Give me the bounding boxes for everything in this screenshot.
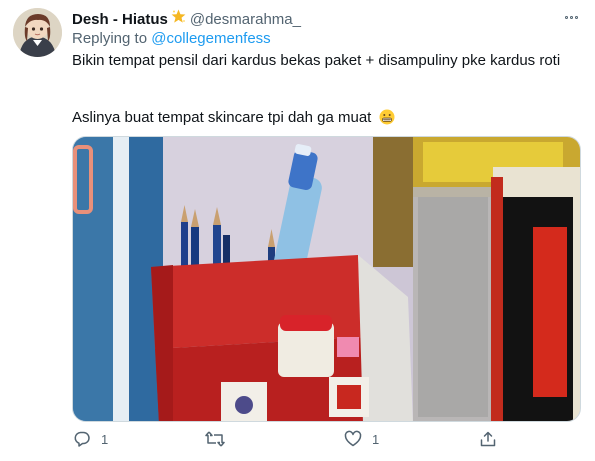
reply-count: 1 xyxy=(101,431,109,447)
heart-icon xyxy=(344,430,362,447)
more-options-icon[interactable] xyxy=(560,10,582,24)
avatar[interactable] xyxy=(13,8,62,57)
replying-to: Replying to @collegemenfess xyxy=(72,30,271,47)
user-handle[interactable]: @desmarahma_ xyxy=(190,11,301,28)
tweet-text-line-1: Bikin tempat pensil dari kardus bekas pa… xyxy=(72,52,561,69)
like-count: 1 xyxy=(372,431,380,447)
like-button[interactable]: 1 xyxy=(344,430,379,448)
replying-to-label: Replying to xyxy=(72,30,148,47)
pencil-box-photo xyxy=(73,137,580,421)
reply-icon xyxy=(74,431,90,447)
retweet-icon xyxy=(205,431,225,447)
retweet-button[interactable] xyxy=(205,430,235,448)
reply-button[interactable]: 1 xyxy=(73,430,108,448)
tweet-actions: 1 1 xyxy=(0,430,595,452)
replying-to-mention[interactable]: @collegemenfess xyxy=(151,30,270,47)
tweet-text-line-2: Aslinya buat tempat skincare tpi dah ga … xyxy=(72,109,395,126)
share-button[interactable] xyxy=(479,430,497,448)
share-icon xyxy=(480,431,496,447)
tweet-text-line-2-content: Aslinya buat tempat skincare tpi dah ga … xyxy=(72,109,372,126)
tweet-photo[interactable] xyxy=(72,136,581,422)
display-name[interactable]: Desh - Hiatus xyxy=(72,11,168,28)
grimacing-face-icon xyxy=(379,109,395,125)
tweet-header: Desh - Hiatus @desmarahma_ xyxy=(72,9,301,29)
star-icon xyxy=(170,8,187,30)
